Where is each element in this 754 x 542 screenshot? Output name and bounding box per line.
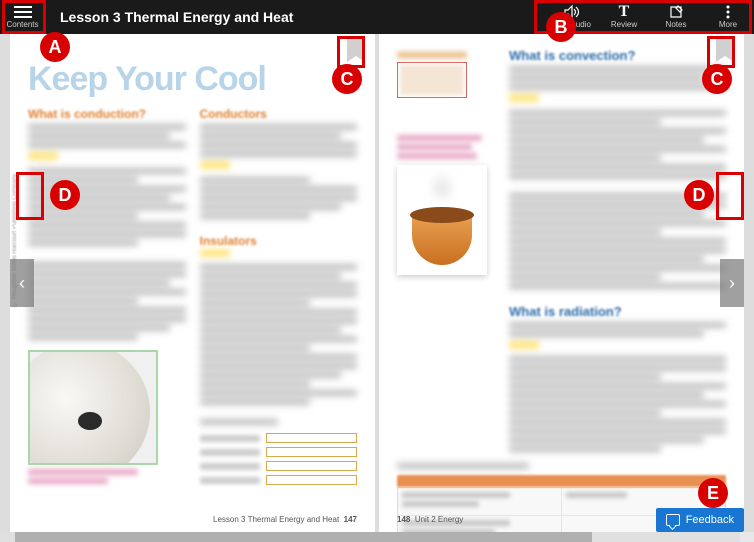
contents-button[interactable]: Contents xyxy=(0,0,46,34)
page-footer: Lesson 3 Thermal Energy and Heat 147 xyxy=(213,515,357,524)
section-heading: Conductors xyxy=(200,107,358,121)
page-viewport: © Houghton Mifflin Harcourt Publishing C… xyxy=(0,34,754,532)
body-text xyxy=(509,66,726,289)
body-text xyxy=(200,124,358,219)
side-caption xyxy=(397,52,497,58)
thumb-box xyxy=(397,62,467,98)
lesson-title: Lesson 3 Thermal Energy and Heat xyxy=(60,9,293,25)
toolbar-right: Play Audio T Review Notes More xyxy=(546,0,754,34)
review-button[interactable]: T Review xyxy=(598,0,650,34)
section-heading: Insulators xyxy=(200,234,358,248)
more-button[interactable]: More xyxy=(702,0,754,34)
chat-icon xyxy=(666,514,680,526)
side-caption xyxy=(397,135,497,159)
body-text xyxy=(200,248,358,406)
page-footer: 148 Unit 2 Energy xyxy=(397,515,463,524)
figure-caption xyxy=(200,419,358,425)
edit-icon xyxy=(668,5,684,19)
section-heading: What is convection? xyxy=(509,48,726,63)
contents-label: Contents xyxy=(6,20,38,29)
notes-button[interactable]: Notes xyxy=(650,0,702,34)
speaker-icon xyxy=(564,5,580,19)
scrollbar-horizontal[interactable] xyxy=(0,532,740,542)
section-heading: What is conduction? xyxy=(28,107,186,121)
small-table xyxy=(200,431,358,487)
more-icon xyxy=(720,5,736,19)
page-title: Keep Your Cool xyxy=(28,60,357,99)
body-text xyxy=(509,322,726,453)
figure-caption xyxy=(397,463,726,469)
photo-toilet-roll xyxy=(28,350,158,465)
text-icon: T xyxy=(616,5,632,19)
body-text xyxy=(28,124,186,340)
left-page: © Houghton Mifflin Harcourt Publishing C… xyxy=(10,34,375,532)
right-page: What is convection? What is radiation? xyxy=(379,34,744,532)
chevron-left-icon: ‹ xyxy=(19,273,25,294)
prev-page-button[interactable]: ‹ xyxy=(10,259,34,307)
top-toolbar: Contents Lesson 3 Thermal Energy and Hea… xyxy=(0,0,754,34)
bookmark-left[interactable] xyxy=(347,38,365,62)
chevron-right-icon: › xyxy=(729,273,735,294)
next-page-button[interactable]: › xyxy=(720,259,744,307)
section-heading: What is radiation? xyxy=(509,304,726,319)
photo-cup xyxy=(397,165,487,275)
feedback-button[interactable]: Feedback xyxy=(656,508,744,532)
hamburger-icon xyxy=(14,6,32,18)
photo-caption xyxy=(28,469,186,484)
play-audio-button[interactable]: Play Audio xyxy=(546,0,598,34)
